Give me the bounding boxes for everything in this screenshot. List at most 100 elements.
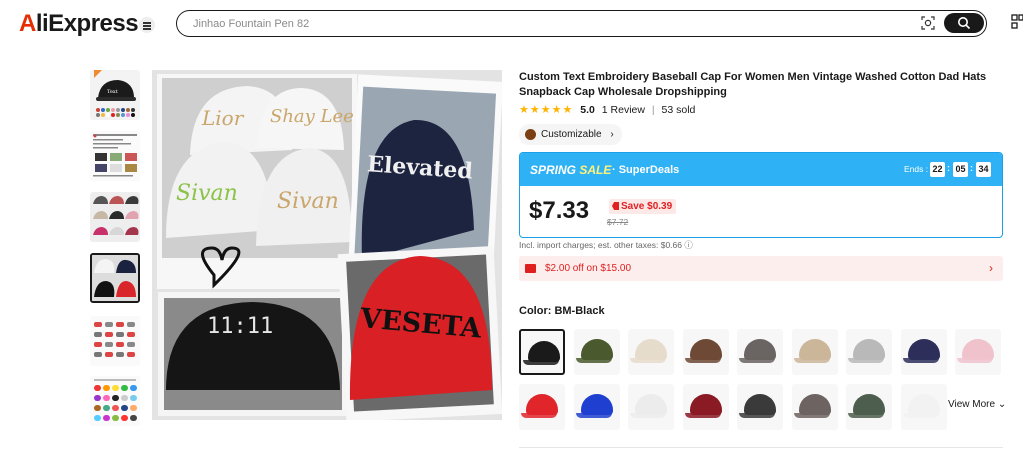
coupon-icon bbox=[525, 264, 536, 273]
thumbnail-4[interactable] bbox=[90, 253, 140, 303]
cap-bill bbox=[957, 358, 993, 363]
cap-image bbox=[907, 394, 940, 415]
cap-image bbox=[580, 394, 613, 415]
search-icon bbox=[958, 17, 971, 30]
chevron-right-icon: › bbox=[989, 261, 993, 275]
cap-bill bbox=[739, 413, 775, 418]
cap-image bbox=[689, 339, 722, 360]
svg-text:Sivan: Sivan bbox=[277, 189, 339, 214]
star-rating-icon: ★★★★★ bbox=[519, 104, 574, 116]
cap-image bbox=[744, 394, 776, 415]
aliexpress-logo[interactable]: AliExpress bbox=[19, 10, 139, 38]
cap-bill bbox=[575, 413, 612, 418]
color-swatch-black[interactable] bbox=[519, 329, 565, 375]
color-swatch-taupe[interactable] bbox=[791, 384, 838, 430]
deal-banner: SPRING SALE · SuperDeals Ends : 22 : 05 … bbox=[520, 153, 1002, 186]
color-label: Color: BM-Black bbox=[519, 305, 605, 317]
cap-bill bbox=[793, 358, 830, 363]
color-swatch-brown[interactable] bbox=[682, 329, 729, 375]
search-button[interactable] bbox=[944, 13, 984, 33]
cap-image bbox=[528, 341, 560, 362]
cap-image bbox=[962, 339, 994, 360]
color-swatch-off-white[interactable] bbox=[900, 384, 947, 430]
divider: | bbox=[651, 104, 655, 116]
cap-bill bbox=[684, 358, 721, 363]
header: AliExpress bbox=[0, 0, 1024, 48]
countdown-minutes: 05 bbox=[953, 162, 968, 177]
menu-icon[interactable] bbox=[139, 17, 155, 33]
coupon-bar[interactable]: $2.00 off on $15.00 › bbox=[519, 256, 1003, 281]
divider bbox=[519, 447, 1003, 448]
cap-image bbox=[853, 394, 885, 415]
view-more-button[interactable]: View More ⌄ bbox=[948, 399, 1006, 410]
sale-price: $7.33 bbox=[529, 197, 590, 224]
color-swatch-charcoal[interactable] bbox=[737, 384, 783, 430]
color-swatch-khaki[interactable] bbox=[791, 329, 838, 375]
ends-label: Ends : bbox=[904, 164, 929, 174]
review-count[interactable]: 1 Review bbox=[602, 104, 645, 116]
cap-bill bbox=[523, 360, 559, 365]
image-search-icon[interactable] bbox=[921, 16, 935, 30]
coupon-text: $2.00 off on $15.00 bbox=[545, 263, 632, 274]
cap-image bbox=[635, 339, 667, 360]
color-swatch-royal-blue[interactable] bbox=[573, 384, 620, 430]
thumbnail-2[interactable] bbox=[90, 131, 140, 181]
customizable-badge[interactable]: Customizable › bbox=[519, 124, 622, 145]
color-swatch-beige[interactable] bbox=[628, 329, 674, 375]
product-info: Custom Text Embroidery Baseball Cap For … bbox=[519, 70, 1009, 448]
cap-bill bbox=[739, 358, 775, 363]
rating-row[interactable]: ★★★★★ 5.0 1 Review | 53 sold bbox=[519, 103, 695, 116]
cap-bill bbox=[684, 413, 721, 418]
thumbnail-3[interactable] bbox=[90, 192, 140, 242]
cap-bill bbox=[848, 358, 884, 363]
spring-sale-label: SPRING SALE bbox=[530, 163, 612, 177]
search-bar bbox=[176, 10, 987, 37]
sold-count: 53 sold bbox=[661, 104, 696, 116]
color-swatch-white[interactable] bbox=[628, 384, 674, 430]
countdown-colon: : bbox=[947, 163, 950, 173]
color-swatch-red[interactable] bbox=[519, 384, 565, 430]
svg-text:Shay Lee: Shay Lee bbox=[270, 106, 354, 127]
save-badge: Save $0.39 bbox=[609, 199, 677, 214]
cap-image bbox=[798, 394, 831, 415]
color-swatch-gray[interactable] bbox=[737, 329, 783, 375]
cap-bill bbox=[902, 413, 939, 418]
main-product-image[interactable]: Lior Shay Lee Sivan Sivan Elevated 11:11… bbox=[152, 70, 502, 420]
superdeals-label: · SuperDeals bbox=[612, 164, 680, 176]
thumbnail-5[interactable] bbox=[90, 316, 140, 366]
cap-bill bbox=[793, 413, 830, 418]
color-swatch-light-gray[interactable] bbox=[846, 329, 892, 375]
cap-image bbox=[689, 394, 722, 415]
tag-icon bbox=[612, 202, 619, 210]
thumbnail-1[interactable]: Text bbox=[90, 70, 140, 120]
tax-info: Incl. import charges; est. other taxes: … bbox=[519, 240, 693, 250]
cap-bill bbox=[902, 358, 939, 363]
customize-icon bbox=[525, 129, 536, 140]
cap-bill bbox=[575, 358, 612, 363]
svg-text:Lior: Lior bbox=[201, 106, 245, 130]
color-swatch-olive[interactable] bbox=[573, 329, 620, 375]
color-swatch-navy[interactable] bbox=[900, 329, 947, 375]
color-swatch-burgundy[interactable] bbox=[682, 384, 729, 430]
cap-bill bbox=[630, 358, 666, 363]
cap-image bbox=[744, 339, 776, 360]
countdown-seconds: 34 bbox=[976, 162, 991, 177]
qr-code-icon[interactable] bbox=[1011, 14, 1023, 32]
svg-text:Sivan: Sivan bbox=[176, 181, 238, 206]
countdown-hours: 22 bbox=[930, 162, 945, 177]
cap-image bbox=[526, 394, 558, 415]
chevron-right-icon: › bbox=[610, 129, 614, 140]
countdown-colon: : bbox=[970, 163, 973, 173]
svg-text:Text: Text bbox=[107, 89, 118, 95]
deal-box: SPRING SALE · SuperDeals Ends : 22 : 05 … bbox=[519, 152, 1003, 238]
thumbnail-6[interactable] bbox=[90, 376, 140, 426]
cap-bill bbox=[848, 413, 884, 418]
rating-score: 5.0 bbox=[580, 104, 595, 116]
color-swatch-green[interactable] bbox=[846, 384, 892, 430]
color-swatch-pink[interactable] bbox=[955, 329, 1001, 375]
cap-bill bbox=[630, 413, 666, 418]
search-input[interactable] bbox=[193, 15, 893, 32]
cap-image bbox=[907, 339, 940, 360]
cap-image bbox=[853, 339, 885, 360]
chevron-down-icon: ⌄ bbox=[997, 399, 1007, 410]
